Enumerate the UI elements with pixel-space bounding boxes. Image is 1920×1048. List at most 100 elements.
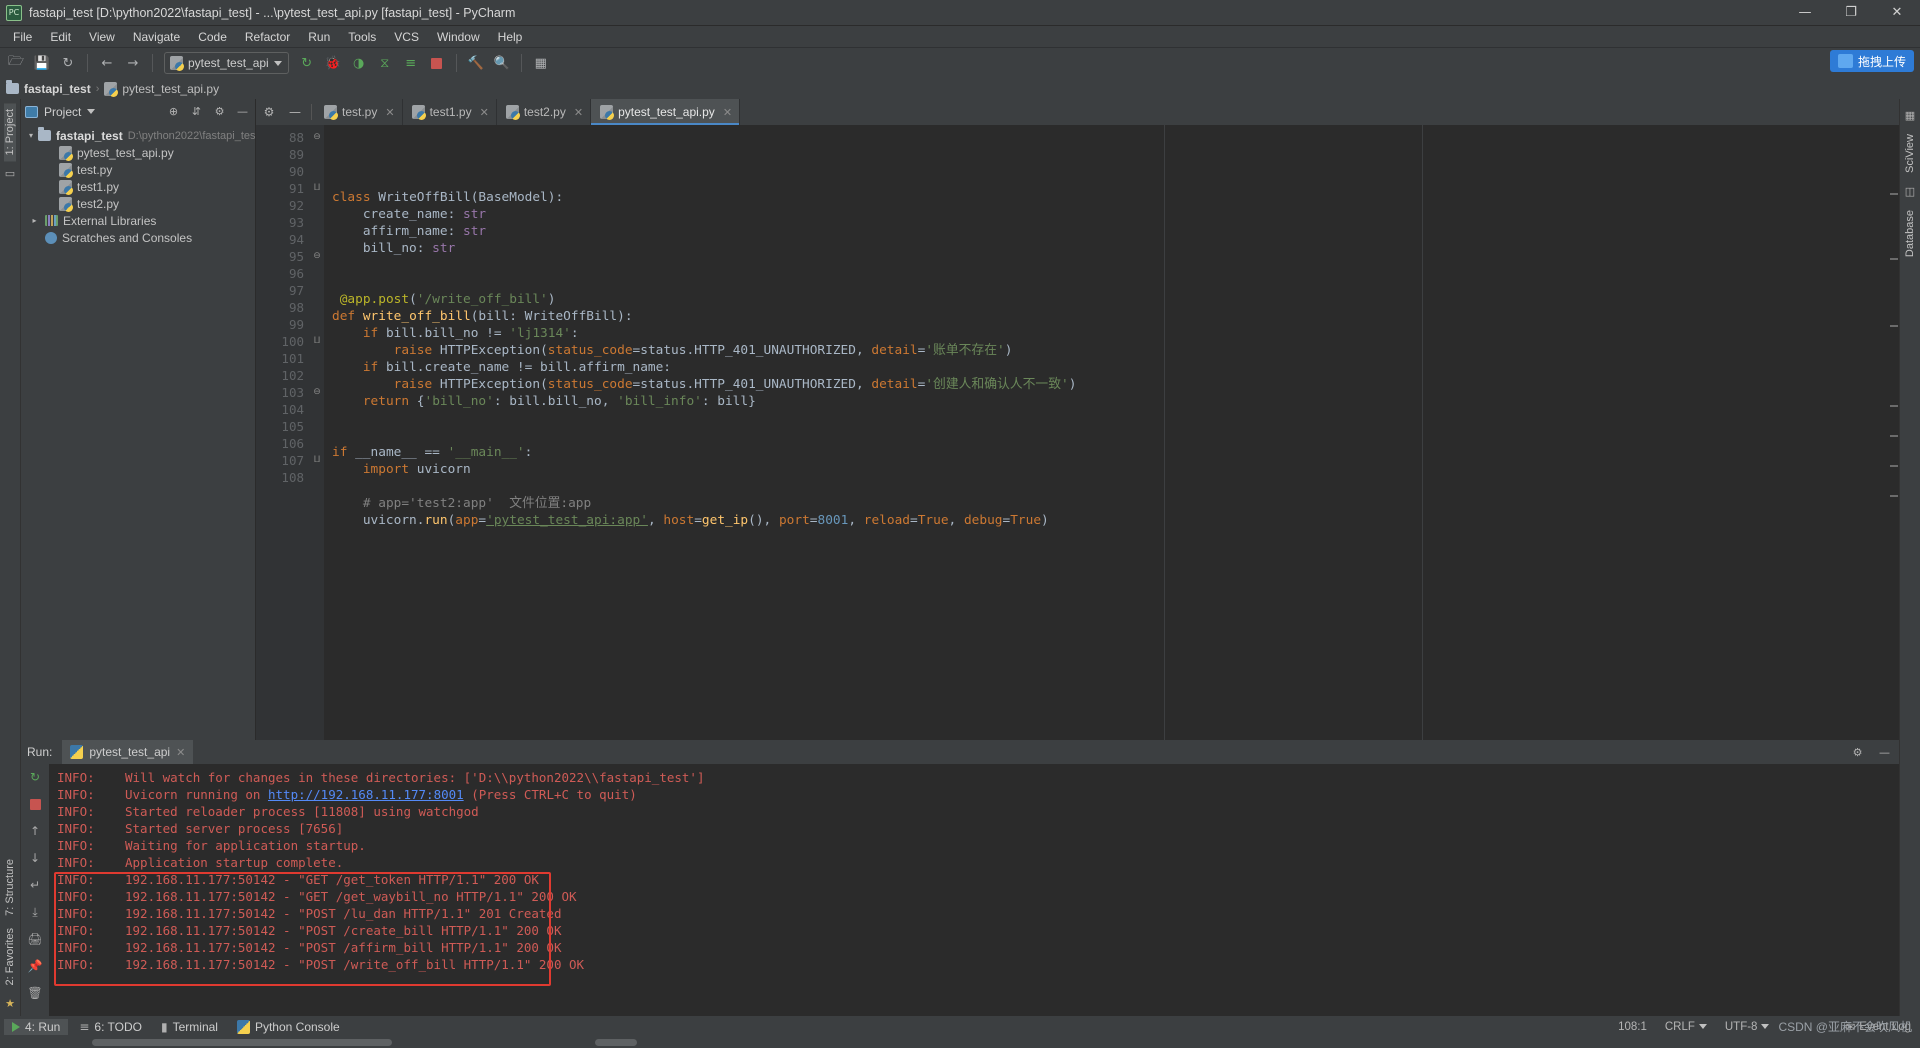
close-button[interactable]: ✕: [1874, 0, 1920, 26]
up-icon[interactable]: ↑: [25, 822, 45, 840]
menu-item-tools[interactable]: Tools: [339, 28, 385, 46]
upload-pill-button[interactable]: 拖拽上传: [1829, 50, 1914, 72]
open-icon[interactable]: 🗁: [4, 51, 28, 75]
stop-icon[interactable]: [425, 51, 449, 75]
encoding-selector[interactable]: UTF-8: [1716, 1021, 1779, 1033]
run-console-output[interactable]: INFO: Will watch for changes in these dir…: [49, 764, 1899, 1016]
tree-node-pytest-test-api[interactable]: pytest_test_api.py: [21, 144, 255, 161]
menu-item-window[interactable]: Window: [428, 28, 489, 46]
tree-node-external-libraries[interactable]: ▸ External Libraries: [21, 212, 255, 229]
sciview-grid-icon[interactable]: ▦: [1905, 109, 1915, 122]
soft-wrap-icon[interactable]: ↵: [25, 876, 45, 894]
star-icon[interactable]: ★: [5, 997, 15, 1010]
fold-toggle[interactable]: ⊖: [310, 248, 324, 265]
status-bar-right: 108:1 CRLF UTF-8 CSDN @亚麻不会吹风机: [1609, 1016, 1920, 1037]
rail-item-favorites[interactable]: 2: Favorites: [4, 922, 16, 991]
tree-node-test1[interactable]: test1.py: [21, 178, 255, 195]
stop-icon[interactable]: [25, 795, 45, 813]
menu-item-refactor[interactable]: Refactor: [236, 28, 299, 46]
log-level: INFO:: [57, 872, 95, 887]
print-icon[interactable]: 🖨: [25, 930, 45, 948]
scroll-to-end-icon[interactable]: ⤓: [25, 903, 45, 921]
hide-panel-icon[interactable]: —: [1876, 744, 1893, 761]
menu-item-view[interactable]: View: [80, 28, 124, 46]
scrollbar-thumb-right[interactable]: [595, 1039, 637, 1046]
minimize-button[interactable]: —: [1782, 0, 1828, 26]
run-configuration-selector[interactable]: pytest_test_api: [164, 52, 289, 74]
chevron-down-icon[interactable]: ▾: [29, 131, 33, 140]
layout-icon[interactable]: ▦: [529, 51, 553, 75]
sync-icon[interactable]: ↻: [56, 51, 80, 75]
menu-item-file[interactable]: File: [4, 28, 41, 46]
collapse-all-icon[interactable]: ⇵: [188, 103, 205, 120]
rerun-icon[interactable]: ↻: [295, 51, 319, 75]
tree-node-test[interactable]: test.py: [21, 161, 255, 178]
horizontal-scrollbar[interactable]: [0, 1037, 1920, 1048]
editor-hide-icon[interactable]: —: [282, 99, 308, 125]
tree-node-test2[interactable]: test2.py: [21, 195, 255, 212]
fold-toggle[interactable]: ⨿: [310, 180, 324, 197]
tab-test2-py[interactable]: test2.py ✕: [496, 99, 592, 125]
rerun-icon[interactable]: ↻: [25, 768, 45, 786]
rail-item-structure[interactable]: 7: Structure: [4, 853, 16, 922]
chevron-right-icon[interactable]: ▸: [29, 216, 40, 225]
bottom-tab-terminal[interactable]: ▮ Terminal: [153, 1019, 226, 1035]
line-separator-selector[interactable]: CRLF: [1656, 1021, 1716, 1033]
menu-item-navigate[interactable]: Navigate: [124, 28, 189, 46]
run-tool-icon[interactable]: ≡: [399, 51, 423, 75]
build-icon[interactable]: 🔨: [464, 51, 488, 75]
pin-icon[interactable]: 📌: [25, 957, 45, 975]
tree-node-scratches[interactable]: Scratches and Consoles: [21, 229, 255, 246]
close-icon[interactable]: ✕: [574, 106, 583, 119]
fold-toggle[interactable]: ⨿: [310, 452, 324, 469]
gear-icon[interactable]: ⚙: [211, 103, 228, 120]
fold-toggle[interactable]: ⊖: [310, 129, 324, 146]
bottom-tab-run[interactable]: 4: Run: [4, 1018, 69, 1035]
scrollbar-thumb-left[interactable]: [92, 1039, 392, 1046]
close-icon[interactable]: ✕: [480, 106, 489, 119]
chevron-down-icon[interactable]: [87, 109, 96, 114]
tab-pytest-test-api-py[interactable]: pytest_test_api.py ✕: [591, 99, 741, 125]
save-icon[interactable]: 💾: [30, 51, 54, 75]
tree-node-fastapi-test[interactable]: ▾ fastapi_test D:\python2022\fastapi_tes…: [21, 127, 255, 144]
rail-item-project[interactable]: 1: Project: [4, 103, 16, 162]
menu-item-edit[interactable]: Edit: [41, 28, 80, 46]
gear-icon[interactable]: ⚙: [1849, 744, 1866, 761]
locate-file-icon[interactable]: ⊕: [165, 103, 182, 120]
close-icon[interactable]: ✕: [385, 106, 394, 119]
editor-gear-icon[interactable]: ⚙: [256, 99, 282, 125]
menu-item-vcs[interactable]: VCS: [385, 28, 428, 46]
bottom-tab-todo[interactable]: ≡ 6: TODO: [71, 1019, 150, 1035]
fold-toggle[interactable]: ⊖: [310, 384, 324, 401]
upload-icon: [1837, 54, 1853, 68]
search-icon[interactable]: 🔍: [490, 51, 514, 75]
caret-position[interactable]: 108:1: [1609, 1021, 1656, 1033]
tab-test1-py[interactable]: test1.py ✕: [402, 99, 497, 125]
run-session-tab[interactable]: pytest_test_api ✕: [62, 740, 194, 764]
debug-icon[interactable]: 🐞: [321, 51, 345, 75]
menu-item-help[interactable]: Help: [489, 28, 532, 46]
breadcrumb-project[interactable]: fastapi_test: [24, 82, 91, 96]
menu-item-code[interactable]: Code: [189, 28, 236, 46]
down-icon[interactable]: ↓: [25, 849, 45, 867]
coverage-icon[interactable]: ◑: [347, 51, 371, 75]
close-icon[interactable]: ✕: [176, 746, 185, 759]
clear-icon[interactable]: 🗑: [25, 984, 45, 1002]
module-icon[interactable]: ▭: [5, 167, 15, 180]
tab-test-py[interactable]: test.py ✕: [315, 99, 403, 125]
tab-label: test2.py: [523, 105, 566, 119]
rail-item-database[interactable]: Database: [1904, 204, 1916, 263]
fold-toggle[interactable]: ⨿: [310, 333, 324, 350]
bottom-tab-python-console[interactable]: Python Console: [229, 1019, 348, 1035]
hide-panel-icon[interactable]: —: [234, 103, 251, 120]
console-link[interactable]: http://192.168.11.177:8001: [268, 787, 464, 802]
maximize-button[interactable]: ❐: [1828, 0, 1874, 26]
rail-item-sciview[interactable]: SciView: [1904, 128, 1916, 179]
back-icon[interactable]: ←: [95, 51, 119, 75]
menu-item-run[interactable]: Run: [299, 28, 339, 46]
close-icon[interactable]: ✕: [723, 106, 732, 119]
breadcrumb-file[interactable]: pytest_test_api.py: [122, 82, 219, 96]
database-icon[interactable]: ◫: [1905, 185, 1915, 198]
profile-icon[interactable]: ⧖: [373, 51, 397, 75]
forward-icon[interactable]: →: [121, 51, 145, 75]
